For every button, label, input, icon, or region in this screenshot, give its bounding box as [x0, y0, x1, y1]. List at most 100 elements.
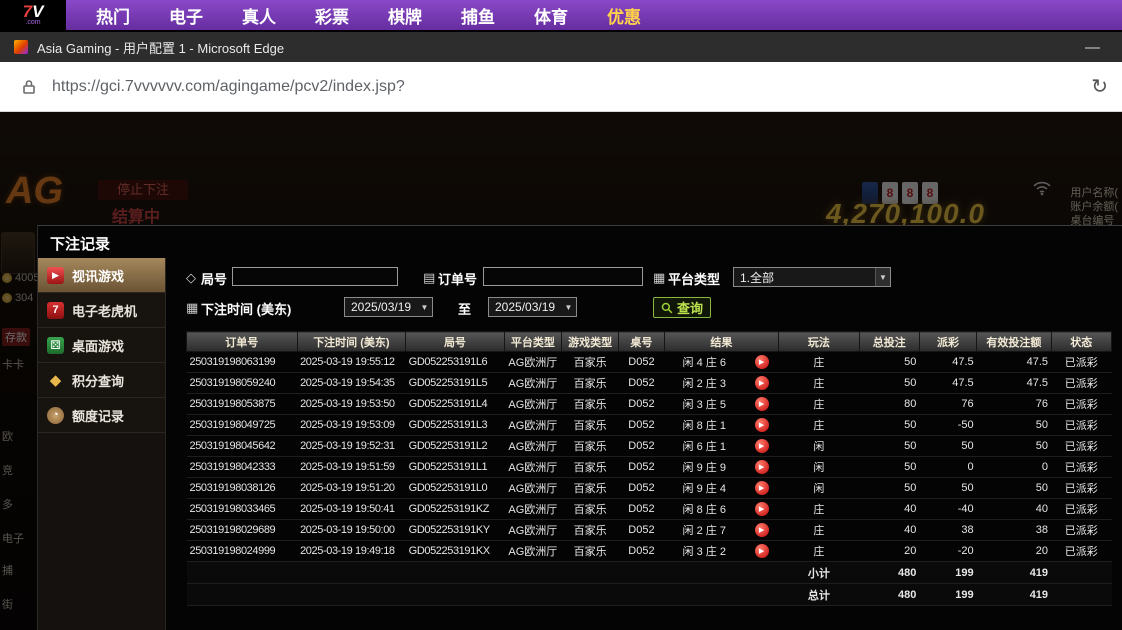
- cell-result: 闲 2 庄 3: [664, 373, 744, 394]
- sum-spacer: [187, 584, 779, 606]
- cell-bet: 40: [859, 499, 919, 520]
- replay-button[interactable]: ▶: [755, 502, 769, 516]
- cell-playtype: 庄: [779, 394, 859, 415]
- nav-item[interactable]: 热门: [96, 3, 130, 28]
- cell-game: 百家乐: [562, 457, 619, 478]
- date-from-select[interactable]: 2025/03/19 ▼: [344, 297, 433, 317]
- sidebar-item[interactable]: ▶视讯游戏: [38, 258, 165, 293]
- table-row: 2503191980381262025-03-19 19:51:20GD0522…: [187, 478, 1112, 499]
- nav-item[interactable]: 彩票: [315, 3, 349, 28]
- cell-playtype: 庄: [779, 373, 859, 394]
- replay-button[interactable]: ▶: [755, 439, 769, 453]
- sidebar-item-label: 桌面游戏: [72, 336, 124, 355]
- cell-round: GD052253191L0: [406, 478, 505, 499]
- col-header: 游戏类型: [562, 332, 619, 352]
- sum-payout: 199: [919, 584, 976, 606]
- cell-payout: 50: [919, 436, 976, 457]
- cell-playtype: 庄: [779, 415, 859, 436]
- cell-play: ▶: [744, 520, 778, 541]
- table-row: 2503191980334652025-03-19 19:50:41GD0522…: [187, 499, 1112, 520]
- cell-round: GD052253191KX: [406, 541, 505, 562]
- round-number-input[interactable]: [232, 267, 398, 286]
- sidebar-item-label: 额度记录: [72, 406, 124, 425]
- replay-button[interactable]: ▶: [755, 460, 769, 474]
- modal-title: 下注记录: [38, 226, 1122, 259]
- round-number-label: 局号: [201, 269, 227, 288]
- cell-game: 百家乐: [562, 499, 619, 520]
- cell-play: ▶: [744, 394, 778, 415]
- search-button[interactable]: 查询: [653, 297, 711, 318]
- replay-button[interactable]: ▶: [755, 544, 769, 558]
- cell-status: 已派彩: [1051, 415, 1111, 436]
- cell-valid: 76: [977, 394, 1051, 415]
- cell-status: 已派彩: [1051, 394, 1111, 415]
- replay-button[interactable]: ▶: [755, 523, 769, 537]
- replay-button[interactable]: ▶: [755, 376, 769, 390]
- cell-platform: AG欧洲厅: [504, 457, 561, 478]
- cell-table: D052: [619, 478, 664, 499]
- cell-table: D052: [619, 520, 664, 541]
- nav-item[interactable]: 体育: [534, 3, 568, 28]
- nav-item[interactable]: 棋牌: [388, 3, 422, 28]
- sidebar-item-label: 视讯游戏: [72, 266, 124, 285]
- nav-item[interactable]: 真人: [242, 3, 276, 28]
- table-row: 2503191980497252025-03-19 19:53:09GD0522…: [187, 415, 1112, 436]
- platform-type-select[interactable]: 1.全部 ▼: [733, 267, 891, 287]
- table-row: 2503191980456422025-03-19 19:52:31GD0522…: [187, 436, 1112, 457]
- cell-playtype: 庄: [779, 520, 859, 541]
- replay-button[interactable]: ▶: [755, 418, 769, 432]
- sidebar-item[interactable]: ⚄桌面游戏: [38, 328, 165, 363]
- records-icon: ◔: [47, 407, 64, 424]
- cell-round: GD052253191L5: [406, 373, 505, 394]
- cell-round: GD052253191L6: [406, 352, 505, 373]
- replay-button[interactable]: ▶: [755, 397, 769, 411]
- sum-bet: 480: [859, 562, 919, 584]
- sidebar-item[interactable]: 7电子老虎机: [38, 293, 165, 328]
- cell-playtype: 庄: [779, 352, 859, 373]
- date-to-select[interactable]: 2025/03/19 ▼: [488, 297, 577, 317]
- sidebar-item[interactable]: ◆积分查询: [38, 363, 165, 398]
- cell-order: 250319198024999: [187, 541, 298, 562]
- cell-bet: 50: [859, 415, 919, 436]
- replay-button[interactable]: ▶: [755, 481, 769, 495]
- cell-time: 2025-03-19 19:54:35: [297, 373, 406, 394]
- nav-item[interactable]: 捕鱼: [461, 3, 495, 28]
- site-nav: 7V .com 热门电子真人彩票棋牌捕鱼体育优惠: [0, 0, 1122, 30]
- refresh-icon[interactable]: ↻: [1091, 74, 1108, 99]
- platform-type-value: 1.全部: [734, 269, 875, 286]
- cell-status: 已派彩: [1051, 520, 1111, 541]
- cell-time: 2025-03-19 19:53:50: [297, 394, 406, 415]
- cell-table: D052: [619, 499, 664, 520]
- cell-play: ▶: [744, 436, 778, 457]
- cell-payout: -40: [919, 499, 976, 520]
- cell-play: ▶: [744, 352, 778, 373]
- cell-result: 闲 3 庄 2: [664, 541, 744, 562]
- cell-platform: AG欧洲厅: [504, 394, 561, 415]
- col-header: 订单号: [187, 332, 298, 352]
- replay-button[interactable]: ▶: [755, 355, 769, 369]
- url-text[interactable]: https://gci.7vvvvvv.com/agingame/pcv2/in…: [52, 78, 405, 96]
- nav-item[interactable]: 电子: [169, 3, 203, 28]
- minimize-button[interactable]: —: [1077, 39, 1108, 56]
- points-icon: ◆: [47, 372, 64, 389]
- sum-status-spacer: [1051, 562, 1111, 584]
- cell-play: ▶: [744, 457, 778, 478]
- cell-valid: 50: [977, 436, 1051, 457]
- bet-records-modal: 下注记录 ▶视讯游戏7电子老虎机⚄桌面游戏◆积分查询◔额度记录 ◇ 局号 ▤ 订…: [37, 225, 1122, 630]
- cell-valid: 47.5: [977, 373, 1051, 394]
- order-number-input[interactable]: [483, 267, 643, 286]
- screen: 7V .com 热门电子真人彩票棋牌捕鱼体育优惠 Asia Gaming - 用…: [0, 0, 1122, 630]
- cell-platform: AG欧洲厅: [504, 373, 561, 394]
- cell-bet: 50: [859, 373, 919, 394]
- cell-payout: 38: [919, 520, 976, 541]
- cell-platform: AG欧洲厅: [504, 352, 561, 373]
- cell-round: GD052253191L2: [406, 436, 505, 457]
- col-header: 局号: [406, 332, 505, 352]
- cell-time: 2025-03-19 19:49:18: [297, 541, 406, 562]
- sidebar-item[interactable]: ◔ 额度记录: [38, 398, 165, 433]
- nav-item[interactable]: 优惠: [607, 3, 641, 28]
- cell-table: D052: [619, 415, 664, 436]
- date-range-to-label: 至: [458, 299, 471, 318]
- bet-table: 订单号下注时间 (美东)局号平台类型游戏类型桌号结果玩法总投注派彩有效投注额状态…: [186, 331, 1112, 606]
- sum-payout: 199: [919, 562, 976, 584]
